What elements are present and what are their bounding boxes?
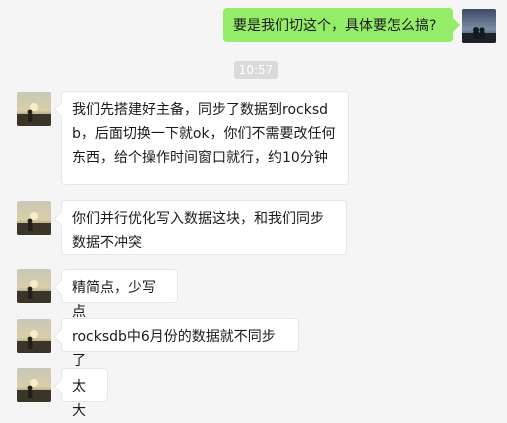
message-bubble-incoming[interactable]: rocksdb中6月份的数据就不同步了 [61, 318, 299, 369]
avatar-contact[interactable] [17, 368, 51, 402]
message-timestamp: 10:57 [234, 61, 278, 79]
message-text: 精简点，少写点 [72, 280, 156, 320]
avatar-self[interactable] [462, 9, 496, 43]
sunset-silhouette-avatar-icon [17, 92, 51, 126]
sunset-silhouette-avatar-icon [17, 368, 51, 402]
sunset-silhouette-avatar-icon [17, 201, 51, 235]
message-bubble-incoming[interactable]: 你们并行优化写入数据这块，和我们同步数据不冲突 [61, 200, 347, 255]
sunset-silhouette-avatar-icon [17, 319, 51, 353]
message-bubble-incoming[interactable]: 太大 [61, 368, 108, 419]
avatar-contact[interactable] [17, 319, 51, 353]
sunset-silhouette-avatar-icon [17, 269, 51, 303]
message-text: rocksdb中6月份的数据就不同步了 [72, 329, 276, 369]
message-text: 你们并行优化写入数据这块，和我们同步数据不冲突 [72, 211, 324, 251]
avatar-contact[interactable] [17, 92, 51, 126]
message-text: 太大 [72, 379, 86, 419]
message-text: 我们先搭建好主备，同步了数据到rocksdb，后面切换一下就ok，你们不需要改任… [72, 102, 336, 166]
message-bubble-incoming[interactable]: 我们先搭建好主备，同步了数据到rocksdb，后面切换一下就ok，你们不需要改任… [61, 91, 349, 185]
message-text: 要是我们切这个，具体要怎么搞? [233, 18, 437, 34]
avatar-contact[interactable] [17, 201, 51, 235]
message-bubble-incoming[interactable]: 精简点，少写点 [61, 269, 178, 320]
message-bubble-outgoing[interactable]: 要是我们切这个，具体要怎么搞? [223, 8, 453, 42]
avatar-contact[interactable] [17, 269, 51, 303]
night-sky-avatar-icon [462, 9, 496, 43]
